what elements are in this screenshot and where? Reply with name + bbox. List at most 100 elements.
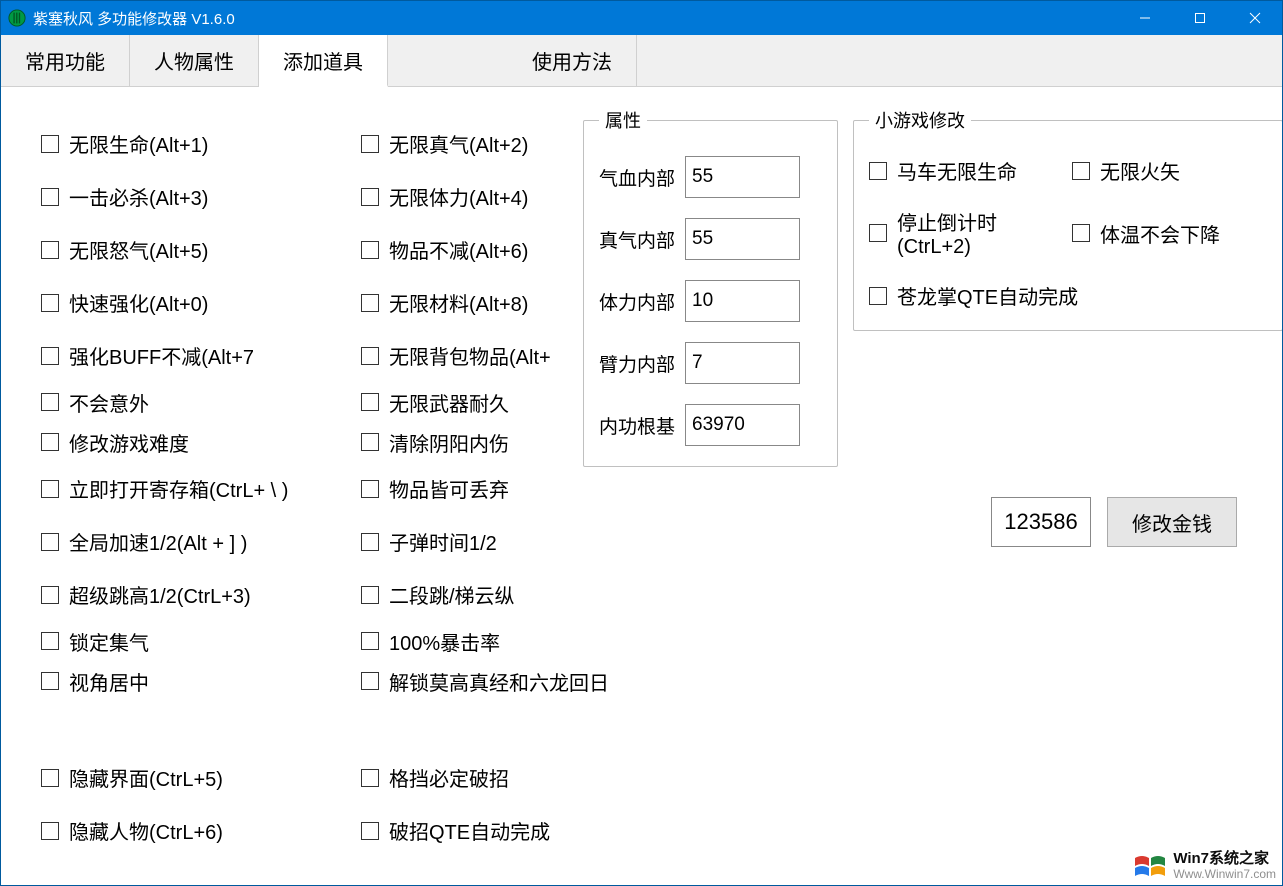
attr-input-hp[interactable] <box>685 156 800 198</box>
chk-label: 物品皆可丢弃 <box>389 474 509 503</box>
app-icon <box>7 8 27 28</box>
titlebar-controls <box>1117 1 1282 35</box>
chk-infinite-rage[interactable] <box>41 241 59 259</box>
tab-additems[interactable]: 添加道具 <box>259 35 388 87</box>
windows-logo-icon <box>1133 852 1167 880</box>
chk-break-qte-auto[interactable] <box>361 822 379 840</box>
chk-parry-break[interactable] <box>361 769 379 787</box>
chk-infinite-mp[interactable] <box>361 135 379 153</box>
chk-temp-nodrop[interactable] <box>1072 224 1090 242</box>
checkbox-col-2: 无限真气(Alt+2) 无限体力(Alt+4) 物品不减(Alt+6) 无限材料… <box>361 117 611 857</box>
attr-label-strength: 臂力内部 <box>599 350 685 377</box>
chk-open-storage[interactable] <box>41 480 59 498</box>
tabs: 常用功能 人物属性 添加道具 使用方法 <box>1 35 1282 87</box>
chk-difficulty[interactable] <box>41 433 59 451</box>
chk-label: 一击必杀(Alt+3) <box>69 182 208 211</box>
chk-label: 无限体力(Alt+4) <box>389 182 528 211</box>
chk-label: 100%暴击率 <box>389 627 500 656</box>
content: 无限生命(Alt+1) 一击必杀(Alt+3) 无限怒气(Alt+5) 快速强化… <box>1 87 1282 885</box>
chk-crit-100[interactable] <box>361 632 379 650</box>
chk-label: 解锁莫高真经和六龙回日 <box>389 667 609 696</box>
chk-label: 物品不减(Alt+6) <box>389 235 528 264</box>
chk-label: 苍龙掌QTE自动完成 <box>897 281 1078 310</box>
chk-label: 无限生命(Alt+1) <box>69 129 208 158</box>
chk-infinite-material[interactable] <box>361 294 379 312</box>
chk-label: 无限火矢 <box>1100 156 1180 185</box>
chk-bullet-time[interactable] <box>361 533 379 551</box>
attributes-legend: 属性 <box>599 107 647 133</box>
chk-label: 超级跳高1/2(CtrL+3) <box>69 580 251 609</box>
chk-clear-injury[interactable] <box>361 433 379 451</box>
tab-usage[interactable]: 使用方法 <box>508 35 637 86</box>
watermark-line1: Win7系统之家 <box>1173 851 1276 868</box>
chk-label: 子弹时间1/2 <box>389 527 497 556</box>
tab-common[interactable]: 常用功能 <box>1 35 130 86</box>
chk-label: 二段跳/梯云纵 <box>389 580 515 609</box>
attr-input-strength[interactable] <box>685 342 800 384</box>
tab-gap <box>388 35 508 86</box>
chk-hide-ui[interactable] <box>41 769 59 787</box>
chk-label: 无限武器耐久 <box>389 388 509 417</box>
chk-label: 视角居中 <box>69 667 149 696</box>
chk-buff-noreduce[interactable] <box>41 347 59 365</box>
chk-infinite-hp[interactable] <box>41 135 59 153</box>
chk-label: 马车无限生命 <box>897 156 1017 185</box>
watermark: Win7系统之家 Www.Winwin7.com <box>1133 851 1276 881</box>
attr-label-inner: 内功根基 <box>599 412 685 439</box>
chk-label: 无限怒气(Alt+5) <box>69 235 208 264</box>
chk-label: 全局加速1/2(Alt + ] ) <box>69 527 247 556</box>
chk-lock-qi[interactable] <box>41 632 59 650</box>
chk-label: 清除阴阳内伤 <box>389 428 509 457</box>
attr-label-hp: 气血内部 <box>599 164 685 191</box>
titlebar: 紫塞秋风 多功能修改器 V1.6.0 <box>1 1 1282 35</box>
chk-weapon-durability[interactable] <box>361 393 379 411</box>
chk-label: 格挡必定破招 <box>389 763 509 792</box>
money-input[interactable] <box>991 497 1091 547</box>
chk-infinite-arrow[interactable] <box>1072 162 1090 180</box>
chk-fast-enhance[interactable] <box>41 294 59 312</box>
chk-label: 不会意外 <box>69 388 149 417</box>
chk-label: 无限背包物品(Alt+ <box>389 341 551 370</box>
chk-infinite-stamina[interactable] <box>361 188 379 206</box>
watermark-text: Win7系统之家 Www.Winwin7.com <box>1173 851 1276 881</box>
chk-infinite-bag[interactable] <box>361 347 379 365</box>
app-window: 紫塞秋风 多功能修改器 V1.6.0 常用功能 人物属性 添加道具 使用方法 无… <box>0 0 1283 886</box>
chk-label: 修改游戏难度 <box>69 428 189 457</box>
money-box: 修改金钱 <box>991 497 1237 547</box>
chk-hide-char[interactable] <box>41 822 59 840</box>
chk-super-jump[interactable] <box>41 586 59 604</box>
attr-input-stamina[interactable] <box>685 280 800 322</box>
chk-unlock-scripture[interactable] <box>361 672 379 690</box>
money-button[interactable]: 修改金钱 <box>1107 497 1237 547</box>
chk-label: 立即打开寄存箱(CtrL+ \ ) <box>69 474 288 503</box>
attr-label-stamina: 体力内部 <box>599 288 685 315</box>
close-button[interactable] <box>1227 1 1282 35</box>
tab-attributes[interactable]: 人物属性 <box>130 35 259 86</box>
attr-label-mp: 真气内部 <box>599 226 685 253</box>
chk-label: 强化BUFF不减(Alt+7 <box>69 341 254 370</box>
chk-cart-hp[interactable] <box>869 162 887 180</box>
maximize-button[interactable] <box>1172 1 1227 35</box>
attr-input-inner[interactable] <box>685 404 800 446</box>
chk-item-noreduce[interactable] <box>361 241 379 259</box>
chk-all-droppable[interactable] <box>361 480 379 498</box>
chk-label: 无限材料(Alt+8) <box>389 288 528 317</box>
chk-label: 破招QTE自动完成 <box>389 816 550 845</box>
chk-label: 隐藏人物(CtrL+6) <box>69 816 223 845</box>
chk-onehit-kill[interactable] <box>41 188 59 206</box>
minimize-button[interactable] <box>1117 1 1172 35</box>
watermark-line2: Www.Winwin7.com <box>1173 868 1276 881</box>
chk-label: 隐藏界面(CtrL+5) <box>69 763 223 792</box>
chk-label: 无限真气(Alt+2) <box>389 129 528 158</box>
chk-center-view[interactable] <box>41 672 59 690</box>
attr-input-mp[interactable] <box>685 218 800 260</box>
chk-label: 锁定集气 <box>69 627 149 656</box>
chk-stop-timer[interactable] <box>869 224 887 242</box>
chk-global-speed[interactable] <box>41 533 59 551</box>
chk-no-accident[interactable] <box>41 393 59 411</box>
chk-dragon-qte[interactable] <box>869 287 887 305</box>
minigame-grid: 马车无限生命 无限火矢 停止倒计时 (CtrL+2) 体温不会下降 苍龙掌QTE… <box>869 156 1267 310</box>
minigame-fieldset: 小游戏修改 马车无限生命 无限火矢 停止倒计时 (CtrL+2) 体温不会下降 … <box>853 107 1283 331</box>
chk-double-jump[interactable] <box>361 586 379 604</box>
chk-label: 快速强化(Alt+0) <box>69 288 208 317</box>
